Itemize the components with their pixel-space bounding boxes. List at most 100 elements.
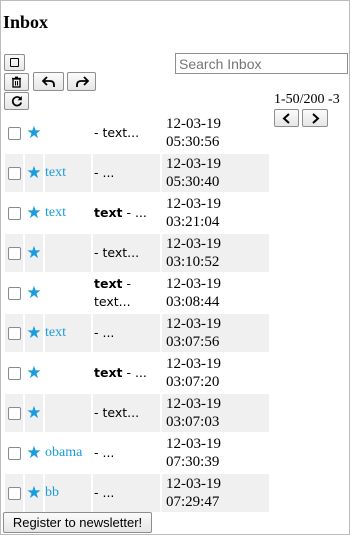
message-row[interactable]: ★ text - ... 12-03-19 03:07:20 — [5, 354, 269, 392]
checkbox-cell — [5, 394, 23, 432]
preview-cell: - text... — [93, 234, 160, 272]
checkbox-cell — [5, 234, 23, 272]
star-icon[interactable]: ★ — [25, 163, 43, 183]
message-time: 03:08:44 — [166, 294, 220, 310]
message-preview: - ... — [94, 485, 115, 500]
refresh-icon — [11, 96, 22, 107]
message-preview: - ... — [122, 365, 147, 380]
checkbox-cell — [5, 114, 23, 152]
preview-cell: text - text... — [93, 274, 160, 312]
message-row[interactable]: ★ - text... 12-03-19 03:07:03 — [5, 394, 269, 432]
message-preview: - ... — [94, 165, 115, 180]
message-preview: - ... — [94, 445, 115, 460]
star-cell: ★ — [25, 314, 43, 352]
star-icon[interactable]: ★ — [25, 443, 43, 463]
message-row[interactable]: ★ text - ... 12-03-19 05:30:40 — [5, 154, 269, 192]
preview-cell: - ... — [93, 154, 160, 192]
message-row[interactable]: ★ text - ... 12-03-19 03:07:56 — [5, 314, 269, 352]
star-icon[interactable]: ★ — [25, 123, 43, 143]
star-icon[interactable]: ★ — [25, 403, 43, 423]
message-checkbox[interactable] — [8, 366, 21, 380]
message-checkbox[interactable] — [8, 126, 21, 140]
message-row[interactable]: ★ obama - ... 12-03-19 07:30:39 — [5, 434, 269, 472]
message-date: 12-03-19 — [166, 276, 221, 292]
message-row[interactable]: ★ text - text... 12-03-19 03:08:44 — [5, 274, 269, 312]
message-row[interactable]: ★ - text... 12-03-19 05:30:56 — [5, 114, 269, 152]
message-preview: - text... — [94, 245, 140, 260]
checkbox-cell — [5, 154, 23, 192]
message-checkbox[interactable] — [8, 246, 21, 260]
preview-cell: text - ... — [93, 354, 160, 392]
message-sender[interactable]: text — [45, 205, 66, 220]
date-cell: 12-03-19 03:08:44 — [162, 274, 269, 312]
star-icon[interactable]: ★ — [25, 203, 43, 223]
newsletter-button[interactable]: Register to newsletter! — [3, 512, 152, 533]
message-checkbox[interactable] — [8, 166, 21, 180]
message-time: 05:30:56 — [166, 134, 220, 150]
message-time: 03:07:03 — [166, 414, 220, 430]
sender-cell — [45, 394, 91, 432]
trash-icon — [12, 76, 21, 88]
star-icon[interactable]: ★ — [25, 323, 43, 343]
star-cell: ★ — [25, 354, 43, 392]
message-sender[interactable]: obama — [45, 445, 82, 460]
message-checkbox[interactable] — [8, 406, 21, 420]
message-checkbox[interactable] — [8, 286, 21, 300]
message-time: 07:30:39 — [166, 454, 220, 470]
reply-arrow-icon — [41, 75, 55, 87]
star-icon[interactable]: ★ — [25, 363, 43, 383]
star-icon[interactable]: ★ — [25, 283, 43, 303]
delete-button[interactable] — [4, 73, 29, 91]
forward-button[interactable] — [67, 72, 96, 91]
message-checkbox[interactable] — [8, 486, 21, 500]
checkbox-cell — [5, 474, 23, 512]
sender-cell — [45, 274, 91, 312]
reply-button[interactable] — [33, 72, 64, 91]
star-cell: ★ — [25, 274, 43, 312]
message-row[interactable]: ★ text text - ... 12-03-19 03:21:04 — [5, 194, 269, 232]
message-sender[interactable]: bb — [45, 485, 59, 500]
chevron-left-icon — [282, 112, 290, 124]
date-cell: 12-03-19 05:30:56 — [162, 114, 269, 152]
message-date: 12-03-19 — [166, 356, 221, 372]
message-checkbox[interactable] — [8, 446, 21, 460]
date-cell: 12-03-19 07:29:47 — [162, 474, 269, 512]
message-checkbox[interactable] — [8, 326, 21, 340]
sender-cell — [45, 354, 91, 392]
message-time: 03:07:20 — [166, 374, 220, 390]
message-subject: text — [94, 365, 123, 380]
page-range: 1-50/200 -3 — [274, 92, 340, 107]
next-page-button[interactable] — [302, 109, 328, 127]
preview-cell: - ... — [93, 474, 160, 512]
preview-cell: - ... — [93, 314, 160, 352]
message-row[interactable]: ★ - text... 12-03-19 03:10:52 — [5, 234, 269, 272]
message-preview: - text... — [94, 125, 140, 140]
message-table: ★ - text... 12-03-19 05:30:56 ★ text - ... 12-0… — [3, 112, 271, 514]
message-row[interactable]: ★ bb - ... 12-03-19 07:29:47 — [5, 474, 269, 512]
star-cell: ★ — [25, 394, 43, 432]
message-preview: - ... — [94, 325, 115, 340]
preview-cell: text - ... — [93, 194, 160, 232]
message-date: 12-03-19 — [166, 316, 221, 332]
message-subject: text — [94, 276, 123, 291]
star-icon[interactable]: ★ — [25, 483, 43, 503]
preview-cell: - text... — [93, 394, 160, 432]
message-checkbox[interactable] — [8, 206, 21, 220]
message-date: 12-03-19 — [166, 196, 221, 212]
message-preview: - ... — [122, 205, 147, 220]
message-date: 12-03-19 — [166, 436, 221, 452]
sender-cell: text — [45, 154, 91, 192]
preview-cell: - ... — [93, 434, 160, 472]
message-sender[interactable]: text — [45, 325, 66, 340]
search-input[interactable] — [175, 53, 348, 74]
star-cell: ★ — [25, 114, 43, 152]
message-subject: text — [94, 205, 123, 220]
sender-cell — [45, 114, 91, 152]
refresh-button[interactable] — [4, 92, 29, 110]
prev-page-button[interactable] — [274, 109, 299, 127]
star-icon[interactable]: ★ — [25, 243, 43, 263]
date-cell: 12-03-19 03:07:03 — [162, 394, 269, 432]
select-all-button[interactable] — [4, 54, 25, 71]
message-time: 03:07:56 — [166, 334, 220, 350]
message-sender[interactable]: text — [45, 165, 66, 180]
